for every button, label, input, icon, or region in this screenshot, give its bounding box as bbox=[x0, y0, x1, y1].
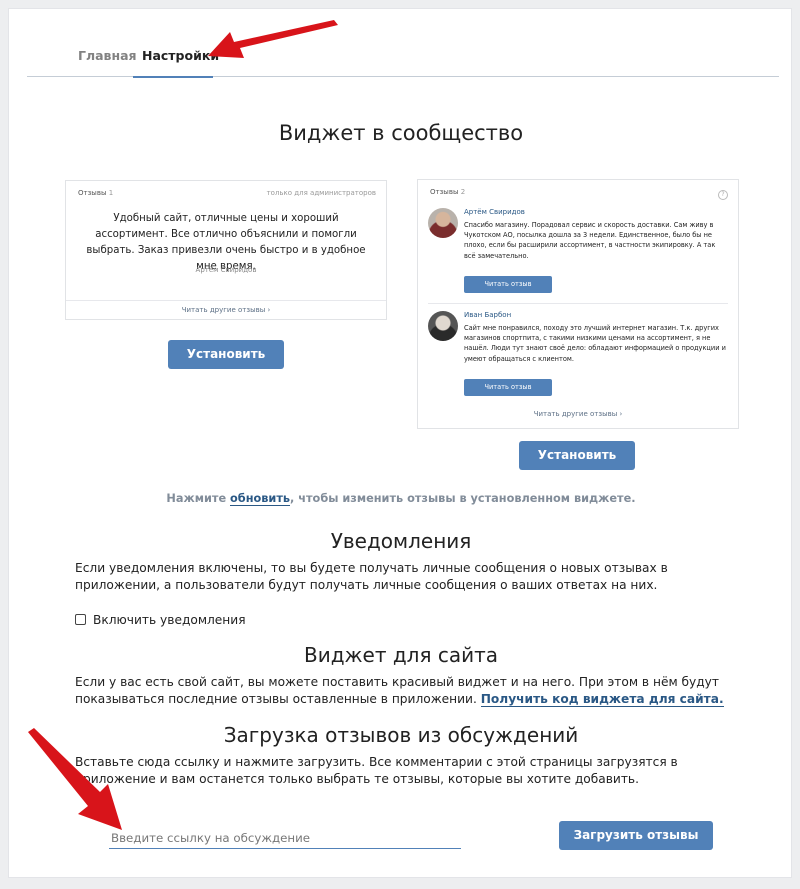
hint-prefix: Нажмите bbox=[166, 492, 231, 505]
review-item: Иван Барбон Сайт мне понравился, походу … bbox=[428, 311, 728, 401]
divider bbox=[428, 303, 728, 304]
get-widget-code-link[interactable]: Получить код виджета для сайта. bbox=[480, 692, 724, 707]
read-review-button[interactable]: Читать отзыв bbox=[464, 379, 552, 396]
site-widget-title: Виджет для сайта bbox=[303, 643, 499, 667]
review-text: Спасибо магазину. Порадовал сервис и ско… bbox=[464, 221, 716, 260]
install-detailed-widget-button[interactable]: Установить bbox=[519, 441, 635, 470]
admin-only-note: только для администраторов bbox=[266, 189, 376, 197]
update-link[interactable]: обновить bbox=[230, 492, 291, 506]
notifications-toggle[interactable]: Включить уведомления bbox=[75, 613, 246, 627]
widget-header-label: Отзывы bbox=[430, 188, 459, 196]
read-other-reviews-link[interactable]: Читать другие отзывы › bbox=[66, 300, 386, 319]
reviewer-name[interactable]: Иван Барбон bbox=[464, 311, 511, 319]
tab-main[interactable]: Главная bbox=[78, 48, 137, 63]
notifications-title: Уведомления bbox=[330, 529, 472, 553]
tab-bar: Главная Настройки bbox=[27, 39, 779, 78]
notifications-description: Если уведомления включены, то вы будете … bbox=[75, 561, 668, 592]
update-widget-hint: Нажмите обновить, чтобы изменить отзывы … bbox=[9, 492, 793, 506]
notifications-checkbox[interactable] bbox=[75, 614, 86, 625]
annotation-arrow-icon bbox=[28, 728, 122, 830]
read-review-button[interactable]: Читать отзыв bbox=[464, 276, 552, 293]
install-compact-widget-button[interactable]: Установить bbox=[168, 340, 284, 369]
discussion-url-input[interactable] bbox=[109, 827, 461, 849]
widget-header-label: Отзывы bbox=[78, 189, 107, 197]
read-other-reviews-link[interactable]: Читать другие отзывы › bbox=[418, 410, 738, 418]
widget-preview-compact: Отзывы 1 только для администраторов Удоб… bbox=[65, 180, 387, 320]
widget-preview-detailed: Отзывы 2 ? Артём Свиридов Спасибо магази… bbox=[417, 179, 739, 429]
avatar bbox=[428, 208, 458, 238]
reviewer-name[interactable]: Артём Свиридов bbox=[464, 208, 525, 216]
site-widget-description: Если у вас есть свой сайт, вы можете пос… bbox=[75, 674, 735, 708]
community-widget-title: Виджет в сообщество bbox=[278, 121, 524, 145]
widget-header: Отзывы 2 bbox=[430, 188, 728, 196]
widget-header: Отзывы 1 только для администраторов bbox=[78, 189, 376, 197]
active-tab-indicator bbox=[133, 76, 213, 78]
notifications-checkbox-label: Включить уведомления bbox=[93, 613, 246, 627]
review-item: Артём Свиридов Спасибо магазину. Порадов… bbox=[428, 208, 728, 298]
review-text: Сайт мне понравился, походу это лучший и… bbox=[464, 324, 726, 363]
help-icon[interactable]: ? bbox=[718, 190, 728, 200]
widget-review-count: 2 bbox=[460, 188, 466, 196]
hint-suffix: , чтобы изменить отзывы в установленном … bbox=[290, 492, 636, 505]
avatar bbox=[428, 311, 458, 341]
annotation-arrow-icon bbox=[208, 20, 338, 58]
widget-review-count: 1 bbox=[108, 189, 114, 197]
review-author: Артём Свиридов bbox=[195, 266, 257, 274]
import-description: Вставьте сюда ссылку и нажмите загрузить… bbox=[75, 755, 678, 786]
load-reviews-button[interactable]: Загрузить отзывы bbox=[559, 821, 713, 850]
